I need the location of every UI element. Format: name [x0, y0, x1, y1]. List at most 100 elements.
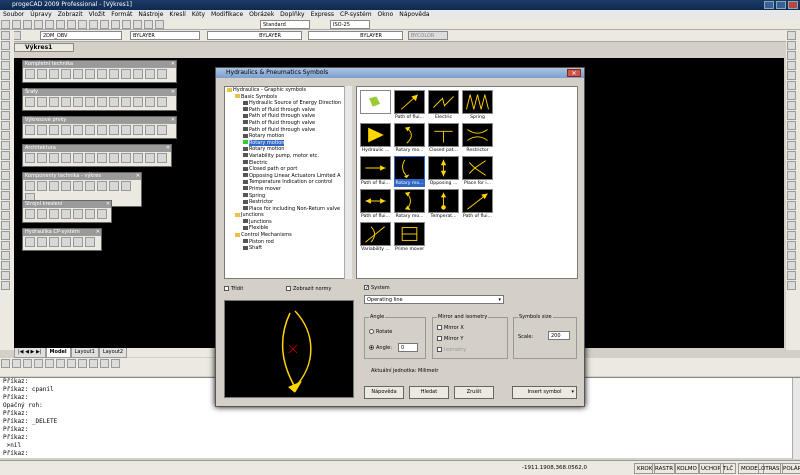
menu-item[interactable]: Modifikace [208, 11, 246, 18]
undo-icon[interactable] [89, 20, 98, 29]
menu-item[interactable]: Doplňky [277, 11, 307, 18]
palette-tool-icon[interactable] [133, 153, 143, 163]
show-names-checkbox-row[interactable]: Zobrazit normy [286, 286, 331, 292]
snap-center-icon[interactable] [23, 359, 32, 368]
tree-node[interactable]: Opposing Linear Actuators Limited A [225, 173, 351, 180]
palette-tool-icon[interactable] [145, 97, 155, 107]
draw-tool-icon[interactable] [1, 181, 10, 190]
maximize-button[interactable] [776, 1, 786, 9]
layers-icon[interactable] [144, 20, 153, 29]
tree-node[interactable]: Shaft [225, 245, 351, 252]
palette-tool-icon[interactable] [37, 153, 47, 163]
palette-tool-icon[interactable] [49, 209, 59, 219]
palette-tool-icon[interactable] [97, 153, 107, 163]
symbol-cell[interactable]: Opposing ... [428, 156, 459, 187]
tree-node[interactable]: Rotary motion [225, 146, 351, 153]
sort-checkbox[interactable] [224, 286, 229, 291]
dim-style-select[interactable]: ISO-25 [330, 20, 370, 29]
palette-tool-icon[interactable] [61, 125, 71, 135]
symbol-cell[interactable]: Restrictor [462, 123, 493, 154]
draw-tool-icon[interactable] [1, 251, 10, 260]
status-toggle[interactable]: KOLMO [674, 463, 700, 474]
tree-node[interactable]: Hydraulics - Graphic symbols [225, 87, 351, 94]
tree-node[interactable]: Piston rod [225, 239, 351, 246]
draw-tool-icon[interactable] [1, 281, 10, 290]
tree-node[interactable]: Place for including Non-Return valve [225, 206, 351, 213]
menu-item[interactable]: Okno [375, 11, 397, 18]
close-icon[interactable]: ✕ [106, 201, 110, 208]
palette-title-bar[interactable]: Šrafy ✕ [23, 89, 176, 96]
draw-tool-icon[interactable] [1, 241, 10, 250]
modify-tool-icon[interactable] [787, 201, 796, 210]
tab-layout1[interactable]: Layout1 [70, 348, 99, 358]
help-icon[interactable] [155, 20, 164, 29]
modify-tool-icon[interactable] [787, 91, 796, 100]
palette-tool-icon[interactable] [49, 237, 59, 247]
snap-insert-icon[interactable] [67, 359, 76, 368]
tree-node[interactable]: Hydraulic Source of Energy Direction [225, 100, 351, 107]
draw-tool-icon[interactable] [1, 271, 10, 280]
palette-tool-icon[interactable] [49, 97, 59, 107]
tree-node[interactable]: Path of fluid through valve [225, 127, 351, 134]
draw-tool-icon[interactable] [1, 121, 10, 130]
close-icon[interactable]: ✕ [136, 173, 140, 180]
menu-item[interactable]: Vložit [86, 11, 109, 18]
cut-icon[interactable] [56, 20, 65, 29]
palette-tool-icon[interactable] [25, 125, 35, 135]
palette-tool-icon[interactable] [49, 153, 59, 163]
search-button[interactable]: Hledat [409, 386, 449, 399]
draw-tool-icon[interactable] [1, 141, 10, 150]
snap-intersection-icon[interactable] [56, 359, 65, 368]
modify-tool-icon[interactable] [787, 101, 796, 110]
symbol-cell[interactable]: Closed pat... [428, 123, 459, 154]
draw-tool-icon[interactable] [1, 111, 10, 120]
close-window-button[interactable] [788, 1, 798, 9]
palette-tool-icon[interactable] [49, 69, 59, 79]
save-icon[interactable] [23, 20, 32, 29]
modify-tool-icon[interactable] [787, 61, 796, 70]
close-icon[interactable]: ✕ [171, 89, 175, 96]
palette-tool-icon[interactable] [37, 97, 47, 107]
snap-tangent-icon[interactable] [89, 359, 98, 368]
palette-tool-icon[interactable] [49, 181, 59, 191]
tree-node[interactable]: Control Mechanisms [225, 232, 351, 239]
text-style-select[interactable]: Standard [260, 20, 310, 29]
snap-node-icon[interactable] [34, 359, 43, 368]
sort-checkbox-row[interactable]: Třídit [224, 286, 243, 292]
status-toggle[interactable]: TLČ [720, 463, 737, 474]
tree-node[interactable]: Spring [225, 193, 351, 200]
copy-icon[interactable] [67, 20, 76, 29]
palette-tool-icon[interactable] [109, 97, 119, 107]
close-icon[interactable]: ✕ [171, 117, 175, 124]
modify-tool-icon[interactable] [787, 111, 796, 120]
palette-tool-icon[interactable] [25, 97, 35, 107]
draw-tool-icon[interactable] [1, 151, 10, 160]
tree-node[interactable]: Path of fluid through valve [225, 107, 351, 114]
system-checkbox-row[interactable]: ✓ System [364, 285, 390, 291]
menu-item[interactable]: Express [308, 11, 337, 18]
tree-node[interactable]: Closed path or port [225, 166, 351, 173]
draw-tool-icon[interactable] [1, 81, 10, 90]
symbol-cell[interactable]: Electric [428, 90, 459, 121]
mirror-x-checkbox[interactable] [437, 325, 442, 330]
tab-layout2[interactable]: Layout2 [98, 348, 128, 358]
mirror-x-row[interactable]: Mirror X [437, 325, 464, 331]
draw-tool-icon[interactable] [1, 101, 10, 110]
tree-node[interactable]: Variability pump, motor etc. [225, 153, 351, 160]
modify-tool-icon[interactable] [787, 141, 796, 150]
draw-tool-icon[interactable] [1, 211, 10, 220]
draw-tool-icon[interactable] [1, 201, 10, 210]
palette-tool-icon[interactable] [73, 237, 83, 247]
palette-tool-icon[interactable] [97, 209, 107, 219]
palette-tool-icon[interactable] [157, 153, 167, 163]
modify-tool-icon[interactable] [787, 151, 796, 160]
modify-tool-icon[interactable] [787, 81, 796, 90]
draw-tool-icon[interactable] [1, 51, 10, 60]
insert-symbol-button[interactable]: Insert symbol ▾ [512, 386, 577, 399]
palette-tool-icon[interactable] [121, 125, 131, 135]
modify-tool-icon[interactable] [787, 71, 796, 80]
modify-tool-icon[interactable] [787, 171, 796, 180]
draw-tool-icon[interactable] [1, 221, 10, 230]
linetype-select[interactable]: BYLAYER [207, 31, 302, 40]
snap-endpoint-icon[interactable] [1, 359, 10, 368]
